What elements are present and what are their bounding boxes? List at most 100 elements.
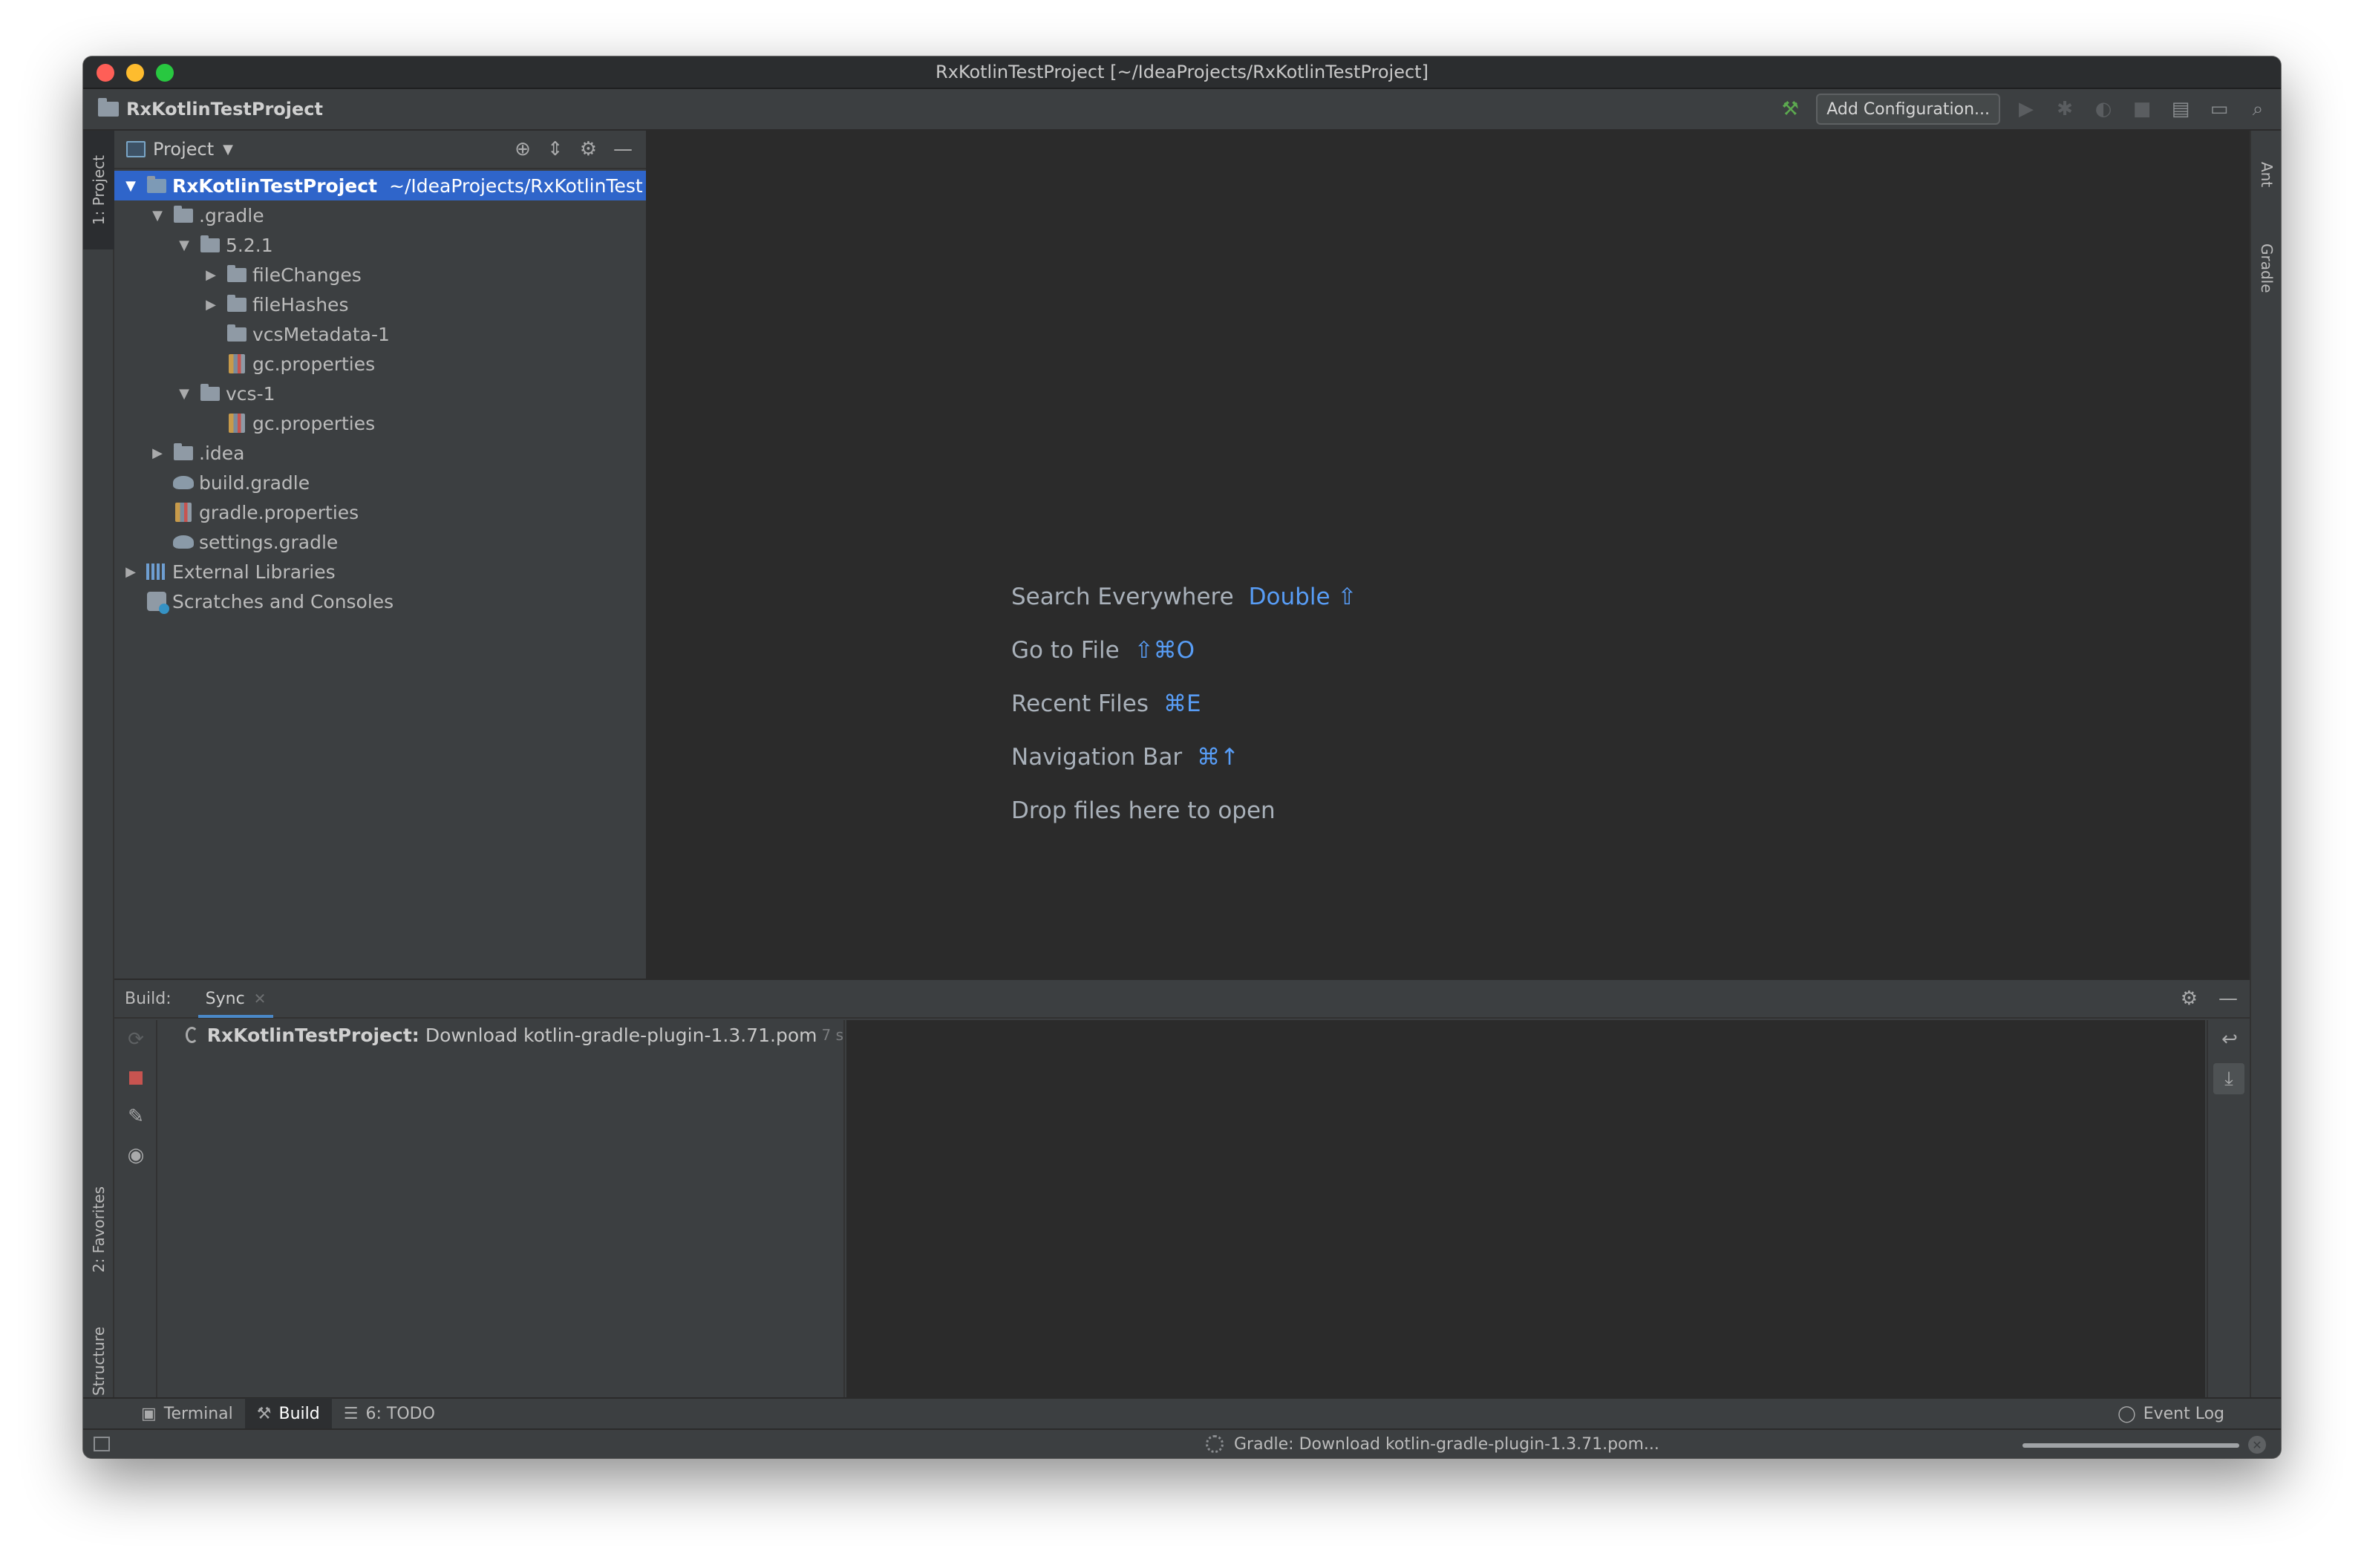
editor-hint-label: Search Everywhere: [1011, 584, 1234, 610]
chevron-down-icon[interactable]: ▼: [117, 178, 144, 194]
gear-icon[interactable]: ⚙: [2181, 987, 2198, 1010]
locate-file-icon[interactable]: ⊕: [515, 138, 531, 160]
editor-hint-shortcut: ⌘↑: [1197, 744, 1240, 771]
tree-item[interactable]: ▶ .idea: [114, 438, 646, 468]
build-tree[interactable]: RxKotlinTestProject: Download kotlin-gra…: [157, 1020, 845, 1397]
editor-hint-shortcut: Double ⇧: [1248, 584, 1357, 610]
toggle-tool-windows-icon[interactable]: [94, 1437, 110, 1451]
tree-item[interactable]: gradle.properties: [114, 497, 646, 527]
cancel-task-icon[interactable]: ✕: [2248, 1436, 2266, 1454]
tab-event-log[interactable]: ◯ Event Log: [2106, 1398, 2236, 1429]
hide-panel-icon[interactable]: —: [2218, 987, 2238, 1010]
maximize-window-button[interactable]: [156, 64, 174, 82]
chevron-down-icon[interactable]: ▼: [171, 238, 197, 253]
debug-icon[interactable]: ✱: [2052, 97, 2077, 122]
project-structure-icon[interactable]: ▤: [2168, 97, 2193, 122]
chevron-down-icon[interactable]: ▼: [171, 386, 197, 402]
tree-item[interactable]: ▶ fileChanges: [114, 260, 646, 290]
tree-item-label: settings.gradle: [199, 531, 339, 553]
chevron-right-icon[interactable]: ▶: [144, 445, 171, 461]
properties-file-icon: [171, 502, 196, 523]
tool-tab-project[interactable]: 1: Project: [83, 131, 114, 249]
stop-icon[interactable]: ■: [2129, 97, 2155, 122]
soft-wrap-icon[interactable]: ↩: [2208, 1020, 2251, 1059]
tree-item[interactable]: gc.properties: [114, 349, 646, 379]
tree-item[interactable]: ▼ RxKotlinTestProject ~/IdeaProjects/RxKot…: [114, 171, 646, 200]
project-tree[interactable]: ▼ RxKotlinTestProject ~/IdeaProjects/RxKot…: [114, 169, 646, 616]
editor-hint: Go to File ⇧⌘O: [1011, 624, 1356, 677]
build-left-toolbar: ⟳ ✎ ◉: [114, 1020, 157, 1397]
editor-hint-label: Drop files here to open: [1011, 797, 1276, 824]
project-tool-window: Project ▼ ⊕ ⇕ ⚙ — ▼ RxKotlinTestProject ~/…: [114, 131, 647, 979]
tool-tab-ant[interactable]: Ant: [2251, 141, 2281, 208]
editor-hint: Search Everywhere Double ⇧: [1011, 570, 1356, 624]
run-icon[interactable]: ▶: [2014, 97, 2039, 122]
tab-todo[interactable]: ☰ 6: TODO: [332, 1398, 447, 1429]
tool-tab-gradle[interactable]: Gradle: [2251, 220, 2281, 316]
build-console[interactable]: [846, 1020, 2205, 1397]
module-folder-icon: [144, 175, 169, 196]
tree-item[interactable]: gc.properties: [114, 408, 646, 438]
add-configuration-button[interactable]: Add Configuration...: [1816, 94, 2000, 125]
scroll-to-end-icon[interactable]: ⤓: [2213, 1063, 2244, 1094]
background-task-progress[interactable]: [2022, 1443, 2239, 1448]
tree-item[interactable]: ▼ vcs-1: [114, 379, 646, 408]
tree-item-path: ~/IdeaProjects/RxKotlinTest: [389, 174, 643, 197]
tab-sync[interactable]: Sync ✕: [197, 979, 274, 1018]
minimize-window-button[interactable]: [126, 64, 144, 82]
close-window-button[interactable]: [97, 64, 114, 82]
run-coverage-icon[interactable]: ◐: [2091, 97, 2116, 122]
chevron-right-icon[interactable]: ▶: [117, 564, 144, 580]
gradle-file-icon: [171, 472, 196, 493]
build-tree-row[interactable]: RxKotlinTestProject: Download kotlin-gra…: [157, 1020, 843, 1050]
chevron-right-icon[interactable]: ▶: [197, 297, 224, 313]
tree-item[interactable]: vcsMetadata-1: [114, 319, 646, 349]
editor-empty-area[interactable]: Search Everywhere Double ⇧ Go to File ⇧⌘O Re…: [647, 131, 2250, 979]
progress-fill: [2022, 1443, 2239, 1448]
title-bar: RxKotlinTestProject [~/IdeaProjects/RxKo…: [83, 56, 2281, 89]
tree-item[interactable]: Scratches and Consoles: [114, 587, 646, 616]
editor-hint-label: Recent Files: [1011, 690, 1149, 717]
eye-icon[interactable]: ◉: [114, 1136, 157, 1175]
chevron-down-icon[interactable]: ▼: [223, 142, 233, 157]
close-icon[interactable]: ✕: [254, 990, 267, 1007]
tree-item[interactable]: settings.gradle: [114, 527, 646, 557]
tab-build[interactable]: ⚒ Build: [244, 1398, 332, 1429]
tree-item[interactable]: ▶ fileHashes: [114, 290, 646, 319]
ide-window: RxKotlinTestProject [~/IdeaProjects/RxKo…: [83, 56, 2281, 1458]
status-message[interactable]: Gradle: Download kotlin-gradle-plugin-1.…: [1206, 1435, 1659, 1454]
stop-icon[interactable]: [114, 1059, 157, 1097]
pin-icon[interactable]: ✎: [114, 1097, 157, 1136]
project-view-selector[interactable]: Project: [153, 139, 214, 160]
tree-item-label: fileHashes: [252, 293, 349, 316]
build-row-project: RxKotlinTestProject:: [206, 1024, 419, 1046]
build-hammer-icon[interactable]: ⚒: [1777, 97, 1803, 122]
tree-item[interactable]: ▼ 5.2.1: [114, 230, 646, 260]
window-controls: [97, 64, 174, 82]
hide-panel-icon[interactable]: —: [613, 138, 633, 160]
tool-tab-gradle-label: Gradle: [2258, 243, 2276, 293]
left-tool-stripe: 1: Project 2: Favorites 7: Structure: [83, 131, 114, 1414]
chevron-down-icon[interactable]: ▼: [144, 208, 171, 223]
tree-item-label: External Libraries: [172, 561, 336, 583]
presentation-mode-icon[interactable]: ▭: [2207, 97, 2232, 122]
gear-icon[interactable]: ⚙: [580, 138, 597, 160]
editor-hint-shortcut: ⌘E: [1163, 690, 1201, 717]
tree-item[interactable]: ▶ External Libraries: [114, 557, 646, 587]
folder-icon: [197, 383, 223, 404]
tool-tab-ant-label: Ant: [2258, 161, 2276, 188]
tree-item-label: .gradle: [199, 204, 264, 226]
tree-item[interactable]: build.gradle: [114, 468, 646, 497]
tool-tab-favorites[interactable]: 2: Favorites: [83, 1163, 114, 1296]
collapse-all-icon[interactable]: ⇕: [547, 138, 564, 160]
nav-project-breadcrumb[interactable]: RxKotlinTestProject: [98, 98, 323, 120]
chevron-right-icon[interactable]: ▶: [197, 267, 224, 283]
rerun-icon[interactable]: ⟳: [114, 1020, 157, 1059]
build-tool-window: Build: Sync ✕ ⚙ — ⟳ ✎ ◉ RxKotlinTestProj…: [114, 979, 2250, 1397]
editor-hint: Navigation Bar ⌘↑: [1011, 731, 1356, 784]
build-panel-tools: ⚙ —: [2181, 987, 2238, 1010]
search-icon[interactable]: ⌕: [2245, 97, 2270, 122]
tree-item[interactable]: ▼ .gradle: [114, 200, 646, 230]
run-toolbar: ⚒ Add Configuration... ▶ ✱ ◐ ■ ▤ ▭ ⌕: [1777, 94, 2270, 125]
tab-terminal[interactable]: ▣ Terminal: [129, 1398, 245, 1429]
